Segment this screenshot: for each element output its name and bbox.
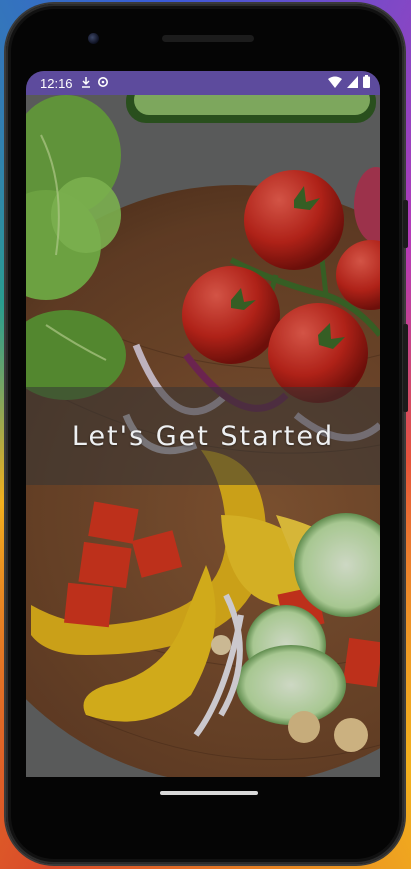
home-gesture-pill[interactable] [160, 791, 258, 795]
wifi-icon [328, 76, 342, 91]
status-bar: 12:16 [26, 71, 380, 95]
get-started-title[interactable]: Let's Get Started [72, 421, 334, 452]
screen: 12:16 Let's Get Started [26, 71, 380, 777]
sync-icon [97, 76, 109, 91]
earpiece-speaker [162, 35, 254, 42]
cellular-signal-icon [347, 75, 358, 91]
power-button [403, 324, 408, 412]
volume-button [403, 200, 408, 248]
front-camera [88, 33, 99, 44]
download-icon [81, 76, 91, 91]
welcome-banner[interactable]: Let's Get Started [26, 387, 380, 485]
status-time: 12:16 [40, 75, 73, 91]
phone-frame: 12:16 Let's Get Started [6, 4, 408, 864]
battery-icon [363, 75, 370, 91]
